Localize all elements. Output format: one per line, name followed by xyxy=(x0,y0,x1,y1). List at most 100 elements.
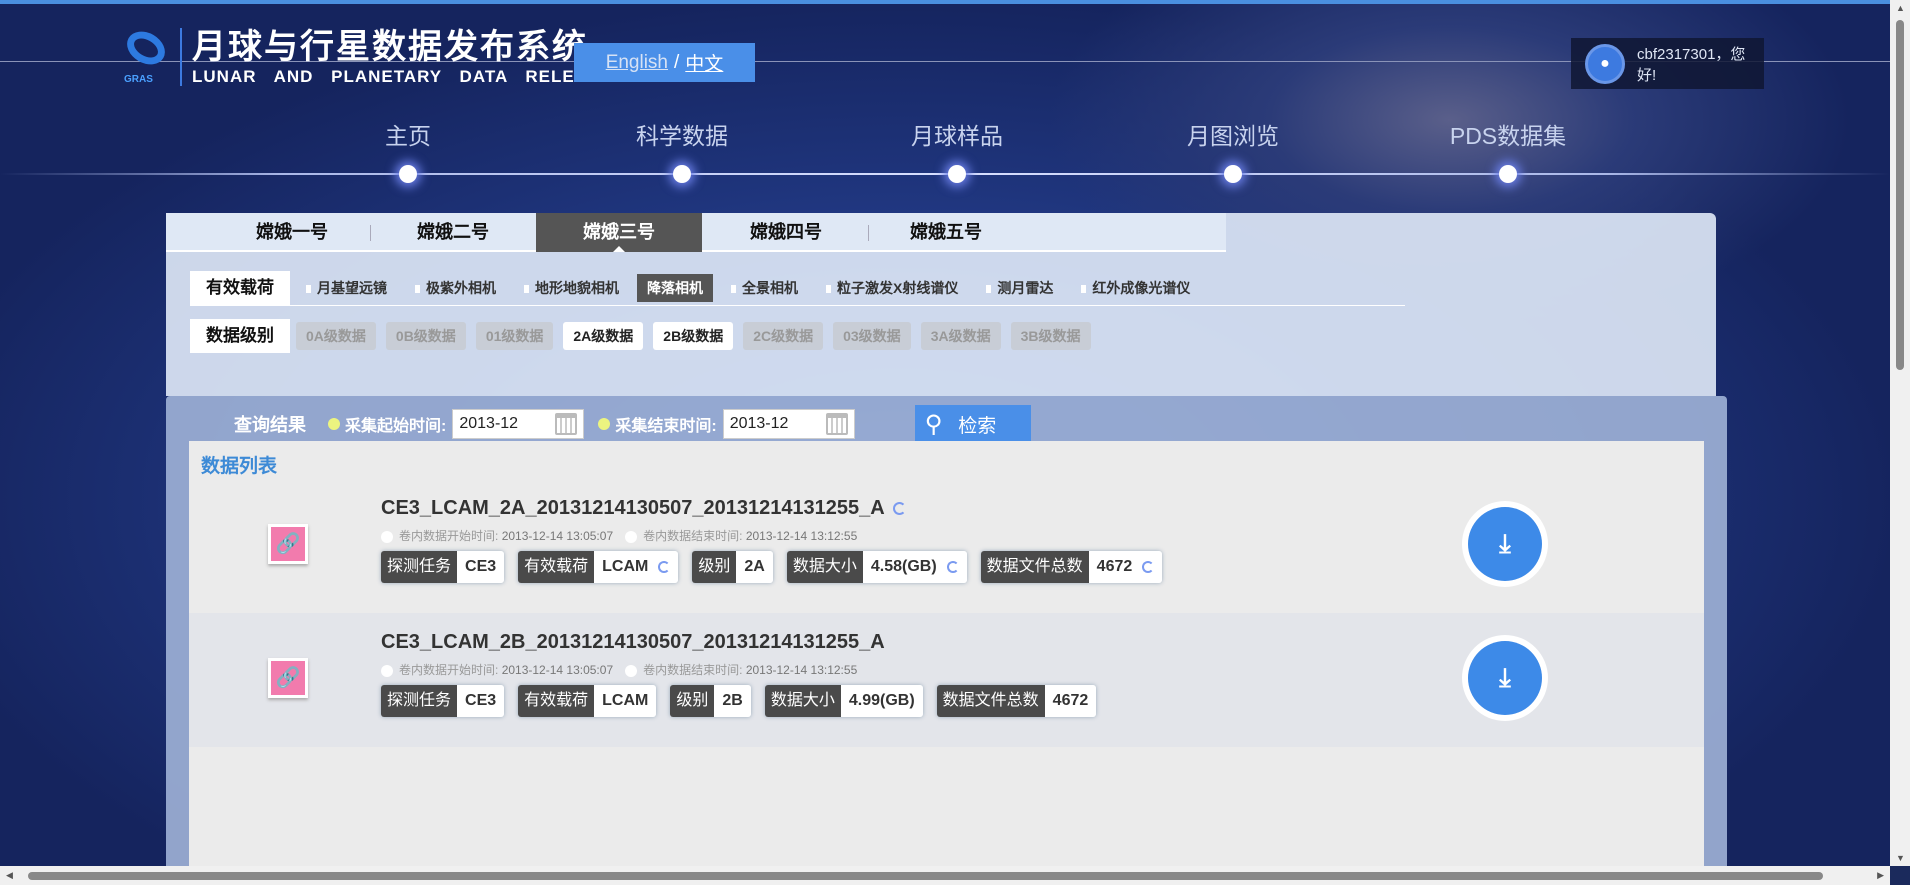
nav-home[interactable]: 主页 xyxy=(385,117,431,151)
start-time-value: 2013-12 xyxy=(459,415,519,432)
nav-dot[interactable] xyxy=(673,165,691,183)
tab-change-4[interactable]: 嫦娥四号 xyxy=(703,213,869,252)
loading-icon xyxy=(946,561,959,573)
payload-option[interactable]: 全景相机 xyxy=(721,274,808,302)
start-time-label: 采集起始时间: xyxy=(345,418,447,435)
nav-pds-datasets[interactable]: PDS数据集 xyxy=(1450,117,1566,151)
tag-size: 数据大小 4.99(GB) xyxy=(764,685,923,717)
item-name: CE3_LCAM_2B_20131214130507_2013121413125… xyxy=(381,631,885,653)
tab-change-2[interactable]: 嫦娥二号 xyxy=(370,213,536,252)
language-switcher: English / 中文 xyxy=(574,43,755,82)
tag-payload: 有效载荷 LCAM xyxy=(518,551,679,583)
top-accent-bar xyxy=(0,0,1890,4)
download-button[interactable]: ⤓ xyxy=(1462,635,1548,721)
download-button[interactable]: ⤓ xyxy=(1462,501,1548,587)
user-avatar-icon: ● xyxy=(1585,43,1625,84)
payload-label: 有效载荷 xyxy=(190,271,290,305)
list-item: 🔗 CE3_LCAM_2A_20131214130507_20131214131… xyxy=(189,479,1704,613)
tag-file-count: 数据文件总数 4672 xyxy=(980,551,1163,583)
payload-row: 有效载荷 月基望远镜 极紫外相机 地形地貌相机 降落相机 全景相机 粒子激发X射… xyxy=(190,271,1405,306)
level-option[interactable]: 3B级数据 xyxy=(1010,322,1091,350)
payload-option[interactable]: 地形地貌相机 xyxy=(514,274,629,302)
tab-change-5[interactable]: 嫦娥五号 xyxy=(863,213,1029,252)
calendar-icon[interactable] xyxy=(825,413,848,435)
loading-icon xyxy=(892,502,906,516)
payload-option[interactable]: 月基望远镜 xyxy=(296,274,397,302)
payload-option[interactable]: 测月雷达 xyxy=(976,274,1063,302)
payload-option[interactable]: 粒子激发X射线谱仪 xyxy=(816,274,968,302)
payload-option-active[interactable]: 降落相机 xyxy=(637,274,713,302)
start-label: 卷内数据开始时间: xyxy=(399,663,499,677)
scrollbar-thumb[interactable] xyxy=(1896,20,1904,370)
tag-mission: 探测任务 CE3 xyxy=(381,685,505,717)
horizontal-scrollbar[interactable]: ◀ ▶ xyxy=(0,866,1890,885)
tag-payload: 有效载荷 LCAM xyxy=(518,685,657,717)
start-time: 2013-12-14 13:05:07 xyxy=(501,663,614,677)
data-list-title: 数据列表 xyxy=(201,456,278,477)
item-tags: 探测任务 CE3 有效载荷 LCAM 级别 2A 数据大小 4.58(GB) 数据文件总… xyxy=(381,551,1163,583)
start-label: 卷内数据开始时间: xyxy=(399,529,499,543)
payload-option[interactable]: 极紫外相机 xyxy=(405,274,506,302)
end-time-label: 采集结束时间: xyxy=(615,418,717,435)
item-times: 卷内数据开始时间: 2013-12-14 13:05:07 卷内数据结束时间: … xyxy=(381,527,857,544)
tag-size: 数据大小 4.58(GB) xyxy=(786,551,967,583)
nav-dot[interactable] xyxy=(1224,165,1242,183)
scrollbar-thumb[interactable] xyxy=(28,872,1823,880)
payload-option[interactable]: 红外成像光谱仪 xyxy=(1071,274,1200,302)
vertical-scrollbar[interactable]: ▲ ▼ xyxy=(1890,0,1910,866)
level-option[interactable]: 3A级数据 xyxy=(920,322,1001,350)
end-label: 卷内数据结束时间: xyxy=(643,529,743,543)
level-option[interactable]: 2C级数据 xyxy=(743,322,824,350)
item-title[interactable]: CE3_LCAM_2B_20131214130507_2013121413125… xyxy=(381,631,885,654)
filter-panel: 嫦娥一号 嫦娥二号 嫦娥三号 嫦娥四号 嫦娥五号 有效载荷 月基望远镜 极紫外相… xyxy=(166,213,1716,396)
lang-chinese-link[interactable]: 中文 xyxy=(685,49,723,76)
loading-icon xyxy=(658,561,671,573)
end-time-value: 2013-12 xyxy=(729,415,789,432)
tab-change-3[interactable]: 嫦娥三号 xyxy=(536,213,702,252)
nav-science-data[interactable]: 科学数据 xyxy=(636,117,728,151)
search-label: 检索 xyxy=(958,415,997,437)
link-file-icon[interactable]: 🔗 xyxy=(268,658,308,698)
lang-english-link[interactable]: English xyxy=(606,52,668,74)
level-label: 数据级别 xyxy=(190,319,290,353)
calendar-icon[interactable] xyxy=(555,413,578,435)
nav-timeline xyxy=(0,173,1890,175)
tab-change-1[interactable]: 嫦娥一号 xyxy=(209,213,375,252)
logo-text: GRAS xyxy=(124,74,153,85)
level-option-enabled[interactable]: 2A级数据 xyxy=(563,322,644,350)
item-name: CE3_LCAM_2A_20131214130507_2013121413125… xyxy=(381,497,885,519)
search-button[interactable]: ⚲ 检索 xyxy=(914,405,1031,443)
bullet-icon xyxy=(598,418,611,430)
query-title: 查询结果 xyxy=(234,415,306,435)
link-file-icon[interactable]: 🔗 xyxy=(268,524,308,564)
gras-logo-icon: GRAS xyxy=(121,25,171,85)
user-panel[interactable]: ● cbf2317301，您好! xyxy=(1571,38,1764,89)
item-times: 卷内数据开始时间: 2013-12-14 13:05:07 卷内数据结束时间: … xyxy=(381,661,857,678)
tag-mission: 探测任务 CE3 xyxy=(381,551,505,583)
end-time: 2013-12-14 13:12:55 xyxy=(745,663,858,677)
list-item: 🔗 CE3_LCAM_2B_20131214130507_20131214131… xyxy=(189,613,1704,747)
query-bar: 查询结果 采集起始时间: 2013-12 采集结束时间: 2013-12 ⚲ 检索 xyxy=(166,404,1031,444)
level-option[interactable]: 01级数据 xyxy=(475,322,554,350)
download-icon: ⤓ xyxy=(1468,507,1542,581)
nav-dot[interactable] xyxy=(1499,165,1517,183)
lang-separator: / xyxy=(674,51,680,73)
level-option[interactable]: 0A级数据 xyxy=(296,322,376,350)
download-icon: ⤓ xyxy=(1468,641,1542,715)
level-option[interactable]: 03级数据 xyxy=(833,322,911,350)
level-row: 数据级别 0A级数据 0B级数据 01级数据 2A级数据 2B级数据 2C级数据… xyxy=(190,319,1101,353)
start-time-input[interactable]: 2013-12 xyxy=(452,409,585,439)
tag-file-count: 数据文件总数 4672 xyxy=(936,685,1097,717)
tag-level: 级别 2A xyxy=(692,551,773,583)
nav-dot[interactable] xyxy=(948,165,966,183)
end-label: 卷内数据结束时间: xyxy=(643,663,743,677)
item-title[interactable]: CE3_LCAM_2A_20131214130507_2013121413125… xyxy=(381,497,906,520)
item-tags: 探测任务 CE3 有效载荷 LCAM 级别 2B 数据大小 4.99(GB) 数据文件总… xyxy=(381,685,1097,717)
nav-lunar-samples[interactable]: 月球样品 xyxy=(911,117,1003,151)
level-option[interactable]: 0B级数据 xyxy=(385,322,466,350)
end-time-input[interactable]: 2013-12 xyxy=(722,409,855,439)
end-time: 2013-12-14 13:12:55 xyxy=(745,529,858,543)
nav-dot[interactable] xyxy=(399,165,417,183)
level-option-enabled[interactable]: 2B级数据 xyxy=(653,322,734,350)
nav-moon-map[interactable]: 月图浏览 xyxy=(1187,117,1279,151)
